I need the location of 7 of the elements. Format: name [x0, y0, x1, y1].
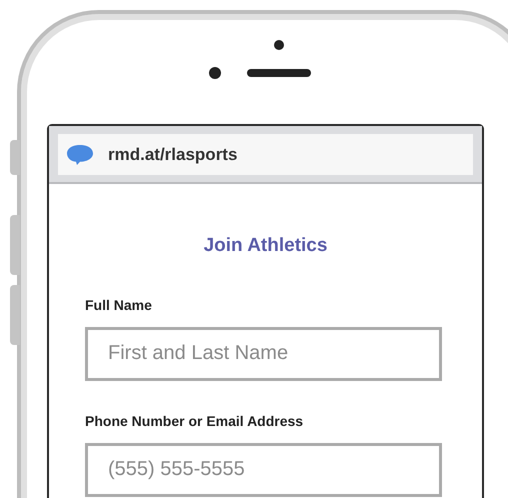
speech-bubble-icon — [66, 144, 94, 166]
url-text: rmd.at/rlasports — [108, 144, 238, 166]
field-label: Phone Number or Email Address — [85, 412, 304, 430]
input-field[interactable]: First and Last Name — [85, 326, 442, 380]
field-label: Full Name — [85, 296, 153, 314]
input-field[interactable]: (555) 555-5555 — [85, 442, 442, 496]
form-title: Join Athletics — [202, 234, 328, 258]
